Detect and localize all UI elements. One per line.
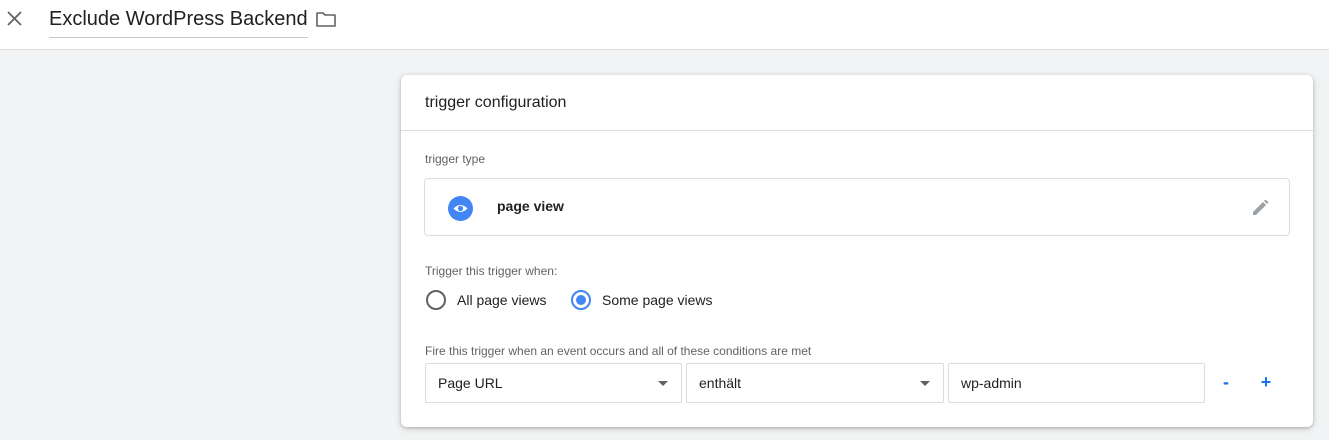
- top-bar: Exclude WordPress Backend: [0, 0, 1329, 50]
- folder-icon: [316, 12, 336, 27]
- trigger-type-name: page view: [497, 198, 564, 214]
- eye-icon: [448, 196, 473, 221]
- dropdown-arrow-icon: [920, 381, 930, 386]
- radio-label-some: Some page views: [602, 292, 713, 308]
- variable-dropdown[interactable]: Page URL: [425, 363, 682, 403]
- card-header: trigger configuration: [401, 75, 1313, 131]
- remove-condition-button[interactable]: -: [1215, 370, 1237, 394]
- radio-label-all: All page views: [457, 292, 547, 308]
- add-condition-button[interactable]: +: [1255, 370, 1277, 394]
- variable-value: Page URL: [438, 375, 503, 391]
- value-text: wp-admin: [961, 375, 1022, 391]
- radio-button-checked[interactable]: [571, 290, 591, 310]
- operator-value: enthält: [699, 375, 742, 391]
- trigger-type-label: trigger type: [425, 152, 486, 166]
- trigger-name-field[interactable]: Exclude WordPress Backend: [49, 6, 308, 38]
- pencil-icon[interactable]: [1249, 197, 1271, 219]
- radio-some-page-views[interactable]: Some page views: [571, 290, 713, 310]
- value-input[interactable]: wp-admin: [948, 363, 1205, 403]
- trigger-configuration-card: trigger configuration trigger type page …: [401, 75, 1313, 427]
- radio-all-page-views[interactable]: All page views: [426, 290, 547, 310]
- folder-button[interactable]: [315, 9, 337, 29]
- operator-dropdown[interactable]: enthält: [686, 363, 944, 403]
- dropdown-arrow-icon: [658, 381, 668, 386]
- trigger-type-selector[interactable]: page view: [424, 178, 1290, 236]
- radio-button-unchecked[interactable]: [426, 290, 446, 310]
- trigger-name: Exclude WordPress Backend: [49, 8, 308, 30]
- close-button[interactable]: [3, 8, 25, 30]
- card-title: trigger configuration: [425, 93, 567, 111]
- conditions-label: Fire this trigger when an event occurs a…: [425, 344, 812, 358]
- close-icon: [7, 11, 22, 26]
- trigger-when-label: Trigger this trigger when:: [425, 264, 558, 278]
